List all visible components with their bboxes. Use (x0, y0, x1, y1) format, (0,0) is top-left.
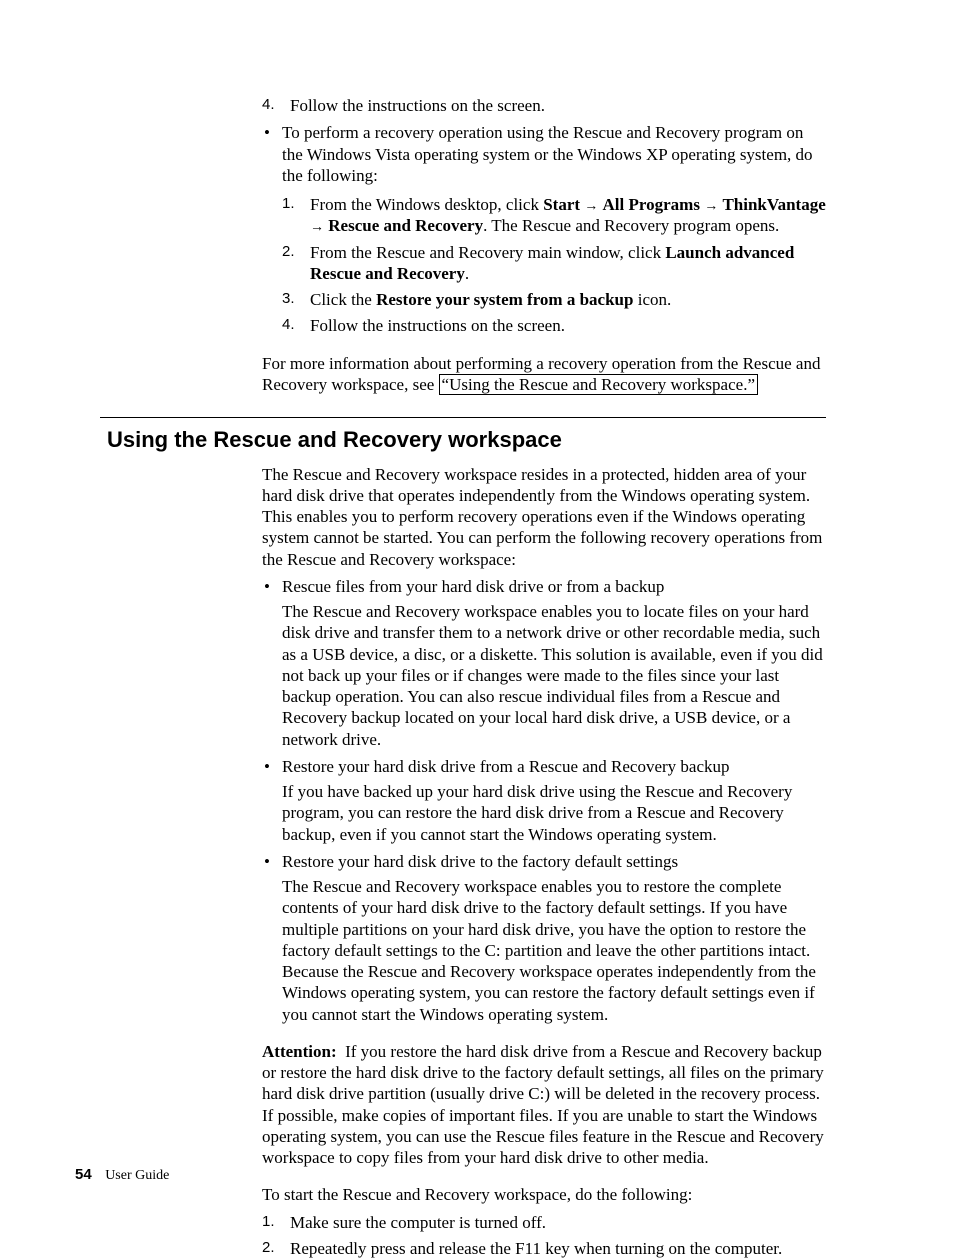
list-item: 1. Make sure the computer is turned off. (262, 1212, 827, 1233)
step-text: From the Rescue and Recovery main window… (310, 243, 794, 283)
step-number: 4. (282, 316, 295, 335)
step-number: 1. (282, 195, 295, 214)
step-text: Follow the instructions on the screen. (310, 316, 565, 335)
footer-title: User Guide (105, 1168, 169, 1183)
step-number: 2. (262, 1239, 275, 1258)
substeps: 1. From the Windows desktop, click Start… (282, 194, 827, 337)
workspace-list: Rescue files from your hard disk drive o… (262, 576, 827, 1025)
bullet-body: If you have backed up your hard disk dri… (282, 781, 827, 845)
list-item: 4. Follow the instructions on the screen… (282, 315, 827, 336)
attention-para: Attention: If you restore the hard disk … (262, 1041, 827, 1169)
list-item: 1. From the Windows desktop, click Start… (282, 194, 827, 237)
page-number: 54 (75, 1166, 92, 1183)
start-intro: To start the Rescue and Recovery workspa… (262, 1184, 827, 1205)
step-text: Repeatedly press and release the F11 key… (290, 1239, 782, 1258)
step-number: 2. (282, 243, 295, 262)
bullet-body: The Rescue and Recovery workspace enable… (282, 601, 827, 750)
step-text: Make sure the computer is turned off. (290, 1213, 546, 1232)
cross-ref-link[interactable]: “Using the Rescue and Recovery workspace… (439, 374, 758, 395)
bullet-group: To perform a recovery operation using th… (262, 122, 827, 336)
more-info-para: For more information about performing a … (262, 353, 827, 396)
bullet-head: Rescue files from your hard disk drive o… (282, 577, 664, 596)
step-number: 3. (282, 290, 295, 309)
list-item: Restore your hard disk drive to the fact… (262, 851, 827, 1025)
list-item: 2. From the Rescue and Recovery main win… (282, 242, 827, 285)
step-text: From the Windows desktop, click Start → … (310, 195, 826, 235)
step-text: Click the Restore your system from a bac… (310, 290, 671, 309)
step-number: 1. (262, 1213, 275, 1232)
list-item: Restore your hard disk drive from a Resc… (262, 756, 827, 845)
list-item: 4. Follow the instructions on the screen… (262, 95, 827, 116)
list-item: 3. Click the Restore your system from a … (282, 289, 827, 310)
list-item: To perform a recovery operation using th… (262, 122, 827, 336)
page-footer: 54 User Guide (75, 1166, 169, 1185)
bullet-intro: To perform a recovery operation using th… (282, 123, 813, 185)
arrow-icon: → (704, 197, 718, 213)
section-heading: Using the Rescue and Recovery workspace (107, 426, 827, 454)
list-item: 2. Repeatedly press and release the F11 … (262, 1238, 827, 1259)
bullet-head: Restore your hard disk drive from a Resc… (282, 757, 730, 776)
step-text: Follow the instructions on the screen. (290, 96, 545, 115)
bullet-body: The Rescue and Recovery workspace enable… (282, 876, 827, 1025)
bullet-head: Restore your hard disk drive to the fact… (282, 852, 678, 871)
section-rule (100, 417, 826, 418)
prev-steps: 4. Follow the instructions on the screen… (262, 95, 827, 116)
arrow-icon: → (584, 197, 598, 213)
list-item: Rescue files from your hard disk drive o… (262, 576, 827, 750)
step-number: 4. (262, 96, 275, 115)
section-intro: The Rescue and Recovery workspace reside… (262, 464, 827, 570)
arrow-icon: → (310, 218, 324, 234)
start-steps: 1. Make sure the computer is turned off.… (262, 1212, 827, 1259)
